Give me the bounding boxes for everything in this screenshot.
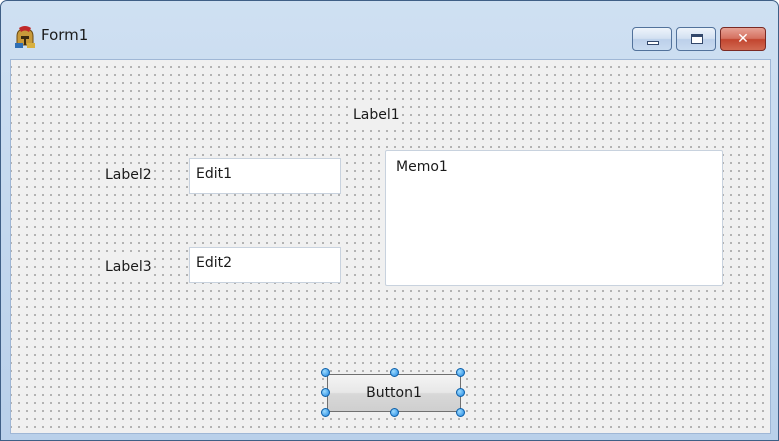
maximize-icon: [691, 34, 703, 44]
resize-handle-bottom[interactable]: [390, 408, 399, 417]
close-button[interactable]: ✕: [720, 27, 766, 51]
resize-handle-left[interactable]: [321, 388, 330, 397]
resize-handle-top[interactable]: [390, 368, 399, 377]
form-window: Form1 ✕ Label1 Label2 Label3 Edit1 Edit2…: [0, 0, 779, 441]
title-bar[interactable]: Form1 ✕: [1, 1, 778, 59]
resize-handle-right[interactable]: [456, 388, 465, 397]
close-icon: ✕: [737, 31, 749, 47]
label1[interactable]: Label1: [353, 106, 400, 124]
maximize-button[interactable]: [676, 27, 716, 51]
form-design-surface[interactable]: Label1 Label2 Label3 Edit1 Edit2 Memo1 B…: [10, 59, 771, 434]
resize-handle-bottom-right[interactable]: [456, 408, 465, 417]
resize-handle-bottom-left[interactable]: [321, 408, 330, 417]
button1[interactable]: Button1: [327, 374, 461, 412]
resize-handle-top-left[interactable]: [321, 368, 330, 377]
label3[interactable]: Label3: [105, 258, 152, 276]
caption-buttons: ✕: [632, 27, 766, 53]
spartan-helmet-icon: [13, 25, 37, 49]
edit2-input[interactable]: Edit2: [189, 247, 341, 283]
edit1-input[interactable]: Edit1: [189, 158, 341, 194]
minimize-icon: [647, 41, 659, 45]
window-title: Form1: [41, 26, 89, 44]
resize-handle-top-right[interactable]: [456, 368, 465, 377]
memo1-textarea[interactable]: Memo1: [385, 150, 723, 286]
minimize-button[interactable]: [632, 27, 672, 51]
label2[interactable]: Label2: [105, 166, 152, 184]
